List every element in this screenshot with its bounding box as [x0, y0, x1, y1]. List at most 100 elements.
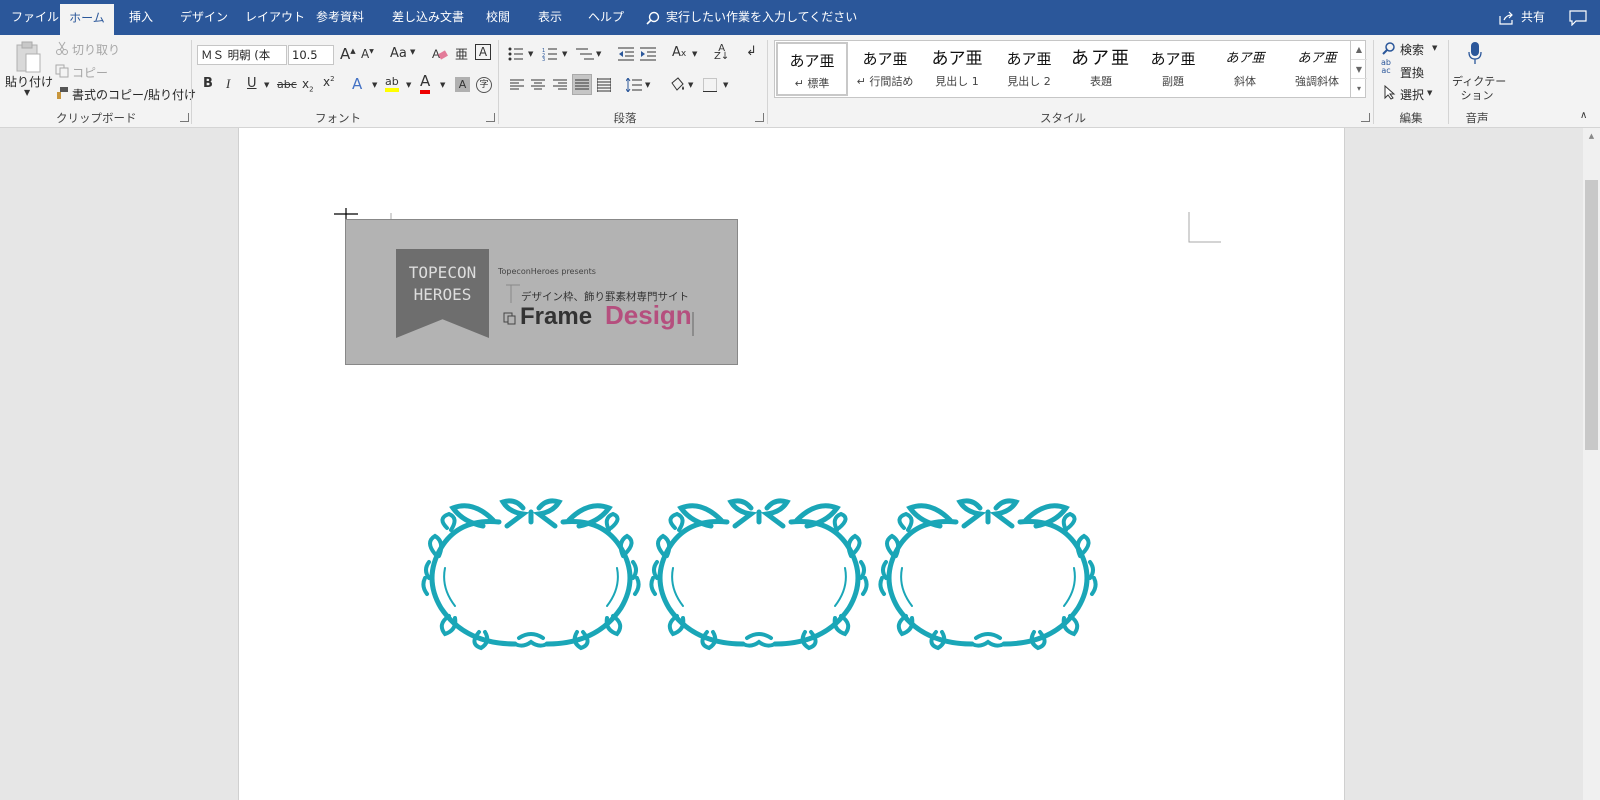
style-intense-emphasis[interactable]: あア亜 強調斜体 — [1281, 42, 1353, 96]
vertical-scrollbar[interactable]: ▲ — [1583, 128, 1600, 800]
bullets-icon[interactable] — [508, 47, 524, 61]
layout-options-icon[interactable] — [503, 312, 517, 326]
change-case-dropdown-icon[interactable]: ▼ — [410, 48, 415, 56]
tab-insert[interactable]: 挿入 — [129, 0, 153, 35]
replace-icon: ab ac — [1381, 58, 1391, 75]
ornamental-frame-teal[interactable] — [419, 498, 643, 652]
styles-more-icon[interactable]: ▾ — [1351, 78, 1367, 97]
style-no-spacing[interactable]: あア亜 ↵ 行間詰め — [849, 42, 921, 96]
scroll-up-icon[interactable]: ▲ — [1583, 128, 1600, 144]
collapse-ribbon-icon[interactable]: ∧ — [1580, 110, 1587, 121]
tab-layout[interactable]: レイアウト — [245, 0, 305, 35]
format-painter-button[interactable]: 書式のコピー/貼り付け — [72, 86, 196, 103]
paste-icon — [16, 41, 41, 73]
font-launcher-icon[interactable] — [486, 113, 495, 122]
change-case-button[interactable]: Aa — [390, 46, 407, 61]
replace-button[interactable]: 置換 — [1400, 64, 1424, 81]
style-heading-1[interactable]: あア亜 見出し 1 — [921, 42, 993, 96]
multilevel-dropdown-icon[interactable]: ▼ — [596, 50, 601, 58]
tab-review[interactable]: 校閲 — [486, 0, 510, 35]
ornamental-frame-pink[interactable] — [876, 498, 1100, 652]
style-emphasis[interactable]: あア亜 斜体 — [1209, 42, 1281, 96]
font-size-combo[interactable]: 10.5 — [288, 45, 334, 65]
asian-layout-dropdown-icon[interactable]: ▼ — [692, 50, 697, 58]
sort-icon[interactable]: A Z↓ — [714, 44, 729, 62]
share-button[interactable]: 共有 — [1521, 0, 1545, 35]
crop-mark-top-right — [1188, 212, 1221, 243]
multilevel-list-icon[interactable] — [576, 47, 594, 61]
find-button[interactable]: 検索 — [1400, 41, 1424, 58]
cut-button[interactable]: 切り取り — [72, 41, 120, 58]
select-button[interactable]: 選択 — [1400, 86, 1424, 103]
font-name-combo[interactable]: ＭＳ 明朝 (本 — [197, 45, 287, 65]
increase-indent-icon[interactable] — [640, 47, 656, 61]
ornamental-frame-black[interactable] — [647, 498, 871, 652]
highlight-dropdown-icon[interactable]: ▼ — [406, 81, 411, 89]
bullets-dropdown-icon[interactable]: ▼ — [528, 50, 533, 58]
paste-dropdown-icon[interactable]: ▼ — [24, 88, 30, 97]
align-left-icon[interactable] — [510, 79, 524, 91]
select-dropdown-icon[interactable]: ▼ — [1427, 89, 1432, 97]
line-spacing-dropdown-icon[interactable]: ▼ — [645, 81, 650, 89]
shrink-font-icon[interactable]: A▼ — [361, 47, 374, 61]
style-subtitle[interactable]: あア亜 副題 — [1137, 42, 1209, 96]
style-title[interactable]: あア亜 表題 — [1065, 42, 1137, 96]
text-effects-icon[interactable]: A — [352, 75, 362, 93]
style-heading-2[interactable]: あア亜 見出し 2 — [993, 42, 1065, 96]
tab-design[interactable]: デザイン — [180, 0, 228, 35]
italic-icon[interactable]: I — [226, 76, 230, 92]
bold-icon[interactable]: B — [203, 76, 213, 91]
tell-me-box[interactable]: 実行したい作業を入力してください — [666, 0, 857, 35]
borders-dropdown-icon[interactable]: ▼ — [723, 81, 728, 89]
tab-help[interactable]: ヘルプ — [588, 0, 624, 35]
shading-icon[interactable] — [669, 77, 685, 92]
show-marks-icon[interactable]: ↲ — [746, 44, 757, 59]
font-color-dropdown-icon[interactable]: ▼ — [440, 81, 445, 89]
styles-scroll-up-icon[interactable]: ▲ — [1351, 40, 1367, 59]
phonetic-guide-icon[interactable]: 亜 — [455, 44, 468, 63]
align-right-icon[interactable] — [553, 79, 567, 91]
shading-dropdown-icon[interactable]: ▼ — [688, 81, 693, 89]
grow-font-icon[interactable]: A▲ — [340, 45, 356, 63]
tab-mailings[interactable]: 差し込み文書 — [392, 0, 464, 35]
find-dropdown-icon[interactable]: ▼ — [1432, 44, 1437, 52]
subscript-icon[interactable]: x2 — [302, 77, 314, 93]
tab-view[interactable]: 表示 — [538, 0, 562, 35]
superscript-icon[interactable]: x2 — [323, 75, 335, 89]
character-shading-icon[interactable]: A — [455, 77, 470, 92]
scrollbar-thumb[interactable] — [1585, 180, 1598, 450]
strikethrough-icon[interactable]: abc — [277, 78, 297, 91]
line-spacing-icon[interactable] — [626, 78, 642, 92]
styles-scroll-down-icon[interactable]: ▼ — [1351, 59, 1367, 78]
numbering-icon[interactable]: 123 — [542, 47, 558, 61]
clipboard-launcher-icon[interactable] — [180, 113, 189, 122]
document-area: TOPECON HEROES TopeconHeroes presents デザ… — [0, 128, 1600, 800]
styles-launcher-icon[interactable] — [1361, 113, 1370, 122]
style-normal[interactable]: あア亜 ↵ 標準 — [776, 42, 848, 96]
underline-icon[interactable]: U — [247, 76, 257, 91]
underline-dropdown-icon[interactable]: ▼ — [264, 81, 269, 89]
paragraph-launcher-icon[interactable] — [755, 113, 764, 122]
font-color-icon[interactable]: A — [420, 73, 431, 94]
copy-button[interactable]: コピー — [72, 64, 108, 81]
enclosed-characters-icon[interactable]: 字 — [476, 77, 492, 93]
banner-image[interactable]: TOPECON HEROES TopeconHeroes presents デザ… — [345, 219, 738, 365]
comments-icon[interactable] — [1569, 10, 1587, 26]
borders-icon[interactable] — [703, 78, 717, 92]
distributed-icon[interactable] — [597, 78, 611, 92]
asian-layout-icon[interactable]: Ax — [672, 45, 686, 60]
share-icon[interactable] — [1499, 11, 1515, 25]
enclose-characters-icon[interactable]: A — [475, 44, 491, 60]
tab-references[interactable]: 参考資料 — [316, 0, 364, 35]
text-effects-dropdown-icon[interactable]: ▼ — [372, 81, 377, 89]
dictate-button-line2[interactable]: ション — [1452, 87, 1502, 103]
tab-file[interactable]: ファイル — [11, 0, 59, 35]
justify-icon[interactable] — [575, 79, 589, 91]
align-center-icon[interactable] — [531, 79, 545, 91]
tab-home[interactable]: ホーム — [60, 4, 114, 35]
highlight-icon[interactable]: ab — [385, 75, 399, 92]
numbering-dropdown-icon[interactable]: ▼ — [562, 50, 567, 58]
ornamental-frame-icon — [421, 498, 641, 651]
clear-formatting-icon[interactable]: A — [432, 46, 448, 62]
decrease-indent-icon[interactable] — [618, 47, 634, 61]
